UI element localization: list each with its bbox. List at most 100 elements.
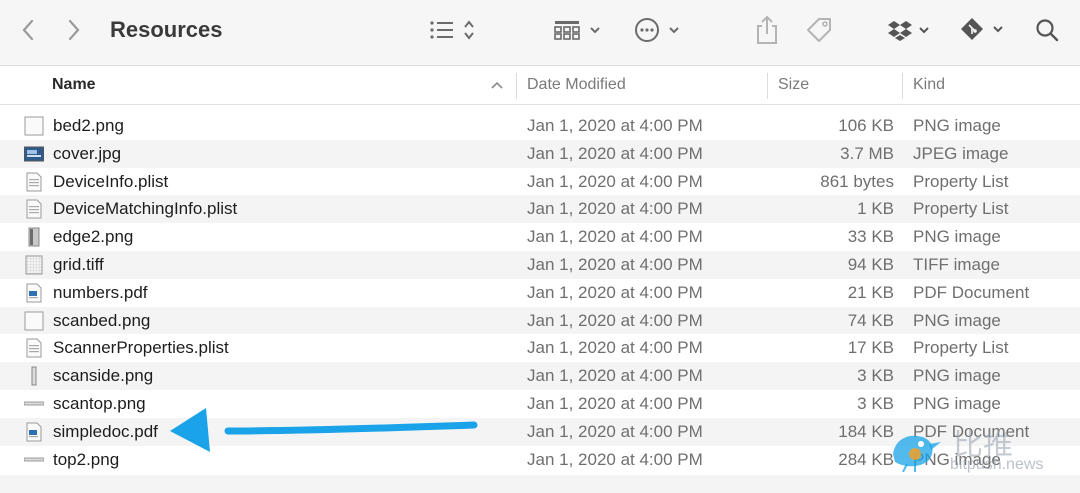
- column-divider[interactable]: [767, 73, 768, 99]
- file-kind: TIFF image: [913, 255, 1000, 274]
- file-row[interactable]: ScannerProperties.plist Jan 1, 2020 at 4:…: [0, 334, 1080, 362]
- file-name: top2.png: [53, 449, 120, 469]
- file-size: 74 KB: [847, 310, 894, 330]
- action-menu-button[interactable]: [634, 12, 684, 48]
- file-row[interactable]: scanbed.png Jan 1, 2020 at 4:00 PM 74 KB PN…: [0, 306, 1080, 335]
- file-name: bed2.png: [53, 116, 124, 135]
- file-name: numbers.pdf: [53, 282, 148, 302]
- chevron-right-icon: [68, 19, 80, 41]
- column-name[interactable]: Name: [52, 67, 96, 105]
- file-kind: PNG image: [913, 366, 1001, 386]
- file-kind: PDF Document: [913, 282, 1030, 302]
- chevron-left-icon: [22, 19, 34, 41]
- file-size: 3 KB: [857, 366, 894, 386]
- column-header: Name Date Modified Size Kind: [0, 67, 1080, 105]
- file-kind: JPEG image: [913, 143, 1009, 163]
- grid-group-icon: [554, 21, 600, 40]
- toolbar: Resources: [0, 0, 1080, 66]
- share-button[interactable]: [754, 12, 780, 48]
- file-name: simpledoc.pdf: [53, 421, 158, 441]
- file-row[interactable]: bed2.png Jan 1, 2020 at 4:00 PM 106 KB PNG …: [0, 112, 1080, 140]
- file-name: DeviceInfo.plist: [53, 171, 169, 191]
- file-row[interactable]: cover.jpg Jan 1, 2020 at 4:00 PM 3.7 MB JPE…: [0, 139, 1080, 168]
- file-row[interactable]: grid.tiff Jan 1, 2020 at 4:00 PM 94 KB TIFF…: [0, 251, 1080, 279]
- pdf-doc-icon: [24, 283, 44, 303]
- file-row[interactable]: scantop.png Jan 1, 2020 at 4:00 PM 3 KB PNG…: [0, 390, 1080, 418]
- file-date-modified: Jan 1, 2020 at 4:00 PM: [527, 143, 703, 163]
- blank-image-icon: [24, 116, 44, 136]
- file-date-modified: Jan 1, 2020 at 4:00 PM: [527, 449, 703, 469]
- forward-button[interactable]: [60, 12, 88, 48]
- sort-ascending-icon[interactable]: [490, 79, 504, 91]
- file-kind: PNG image: [913, 227, 1001, 247]
- tag-icon: [807, 18, 831, 42]
- column-date-modified[interactable]: Date Modified: [527, 67, 626, 105]
- column-divider[interactable]: [516, 73, 517, 99]
- dropbox-icon: [888, 21, 929, 41]
- search-button[interactable]: [1034, 12, 1060, 48]
- file-date-modified: Jan 1, 2020 at 4:00 PM: [527, 282, 703, 302]
- plist-doc-icon: [24, 172, 44, 192]
- file-row[interactable]: numbers.pdf Jan 1, 2020 at 4:00 PM 21 KB PD…: [0, 279, 1080, 307]
- file-kind: Property List: [913, 171, 1009, 191]
- file-date-modified: Jan 1, 2020 at 4:00 PM: [527, 171, 703, 191]
- file-row[interactable]: edge2.png Jan 1, 2020 at 4:00 PM 33 KB PNG …: [0, 223, 1080, 251]
- list-view-icon: [430, 20, 474, 40]
- file-date-modified: Jan 1, 2020 at 4:00 PM: [527, 421, 703, 441]
- file-date-modified: Jan 1, 2020 at 4:00 PM: [527, 199, 703, 219]
- file-name: scanbed.png: [53, 310, 151, 330]
- file-date-modified: Jan 1, 2020 at 4:00 PM: [527, 255, 703, 274]
- file-size: 33 KB: [847, 227, 894, 247]
- file-kind: Property List: [913, 199, 1009, 219]
- file-size: 1 KB: [857, 199, 894, 219]
- file-date-modified: Jan 1, 2020 at 4:00 PM: [527, 227, 703, 247]
- file-date-modified: Jan 1, 2020 at 4:00 PM: [527, 310, 703, 330]
- share-icon: [757, 15, 777, 44]
- line-image-icon: [23, 450, 45, 470]
- window-title: Resources: [110, 17, 223, 42]
- file-name: cover.jpg: [53, 143, 122, 163]
- file-size: 3 KB: [857, 394, 894, 413]
- thin-image-icon: [24, 366, 44, 386]
- file-name: ScannerProperties.plist: [53, 338, 229, 358]
- git-diamond-icon: [961, 18, 1003, 40]
- file-row[interactable]: scanside.png Jan 1, 2020 at 4:00 PM 3 KB PN…: [0, 362, 1080, 390]
- file-size: 3.7 MB: [840, 143, 894, 163]
- file-size: 861 bytes: [820, 171, 894, 191]
- column-kind[interactable]: Kind: [913, 67, 945, 105]
- file-kind: Property List: [913, 338, 1009, 358]
- dropbox-button[interactable]: [888, 12, 934, 48]
- file-row[interactable]: DeviceMatchingInfo.plist Jan 1, 2020 at 4…: [0, 195, 1080, 224]
- tag-button[interactable]: [804, 12, 834, 48]
- grid-image-icon: [24, 255, 44, 275]
- file-name: edge2.png: [53, 227, 134, 247]
- column-divider[interactable]: [902, 73, 903, 99]
- edge-image-icon: [24, 227, 44, 247]
- git-button[interactable]: [960, 12, 1008, 48]
- file-name: scantop.png: [53, 394, 146, 413]
- watermark: 比推 bitpush.news: [885, 420, 1075, 480]
- watermark-url: bitpush.news: [950, 456, 1044, 473]
- back-button[interactable]: [14, 12, 42, 48]
- file-name: grid.tiff: [53, 255, 104, 274]
- file-size: 21 KB: [847, 282, 894, 302]
- plist-doc-icon: [24, 199, 44, 219]
- view-options-button[interactable]: [426, 12, 480, 48]
- pdf-doc-icon: [24, 422, 44, 442]
- file-name: DeviceMatchingInfo.plist: [53, 199, 238, 219]
- column-size[interactable]: Size: [778, 67, 809, 105]
- line-image-icon: [23, 394, 45, 414]
- file-date-modified: Jan 1, 2020 at 4:00 PM: [527, 338, 703, 358]
- file-size: 17 KB: [847, 338, 894, 358]
- search-icon: [1036, 19, 1059, 42]
- file-date-modified: Jan 1, 2020 at 4:00 PM: [527, 366, 703, 386]
- file-kind: PNG image: [913, 394, 1001, 413]
- file-kind: PNG image: [913, 310, 1001, 330]
- file-row[interactable]: DeviceInfo.plist Jan 1, 2020 at 4:00 PM 86…: [0, 168, 1080, 196]
- file-date-modified: Jan 1, 2020 at 4:00 PM: [527, 394, 703, 413]
- group-button[interactable]: [553, 12, 605, 48]
- plist-doc-icon: [24, 338, 44, 358]
- file-kind: PNG image: [913, 116, 1001, 135]
- blank-image-icon: [24, 311, 44, 331]
- more-circle-icon: [635, 18, 679, 42]
